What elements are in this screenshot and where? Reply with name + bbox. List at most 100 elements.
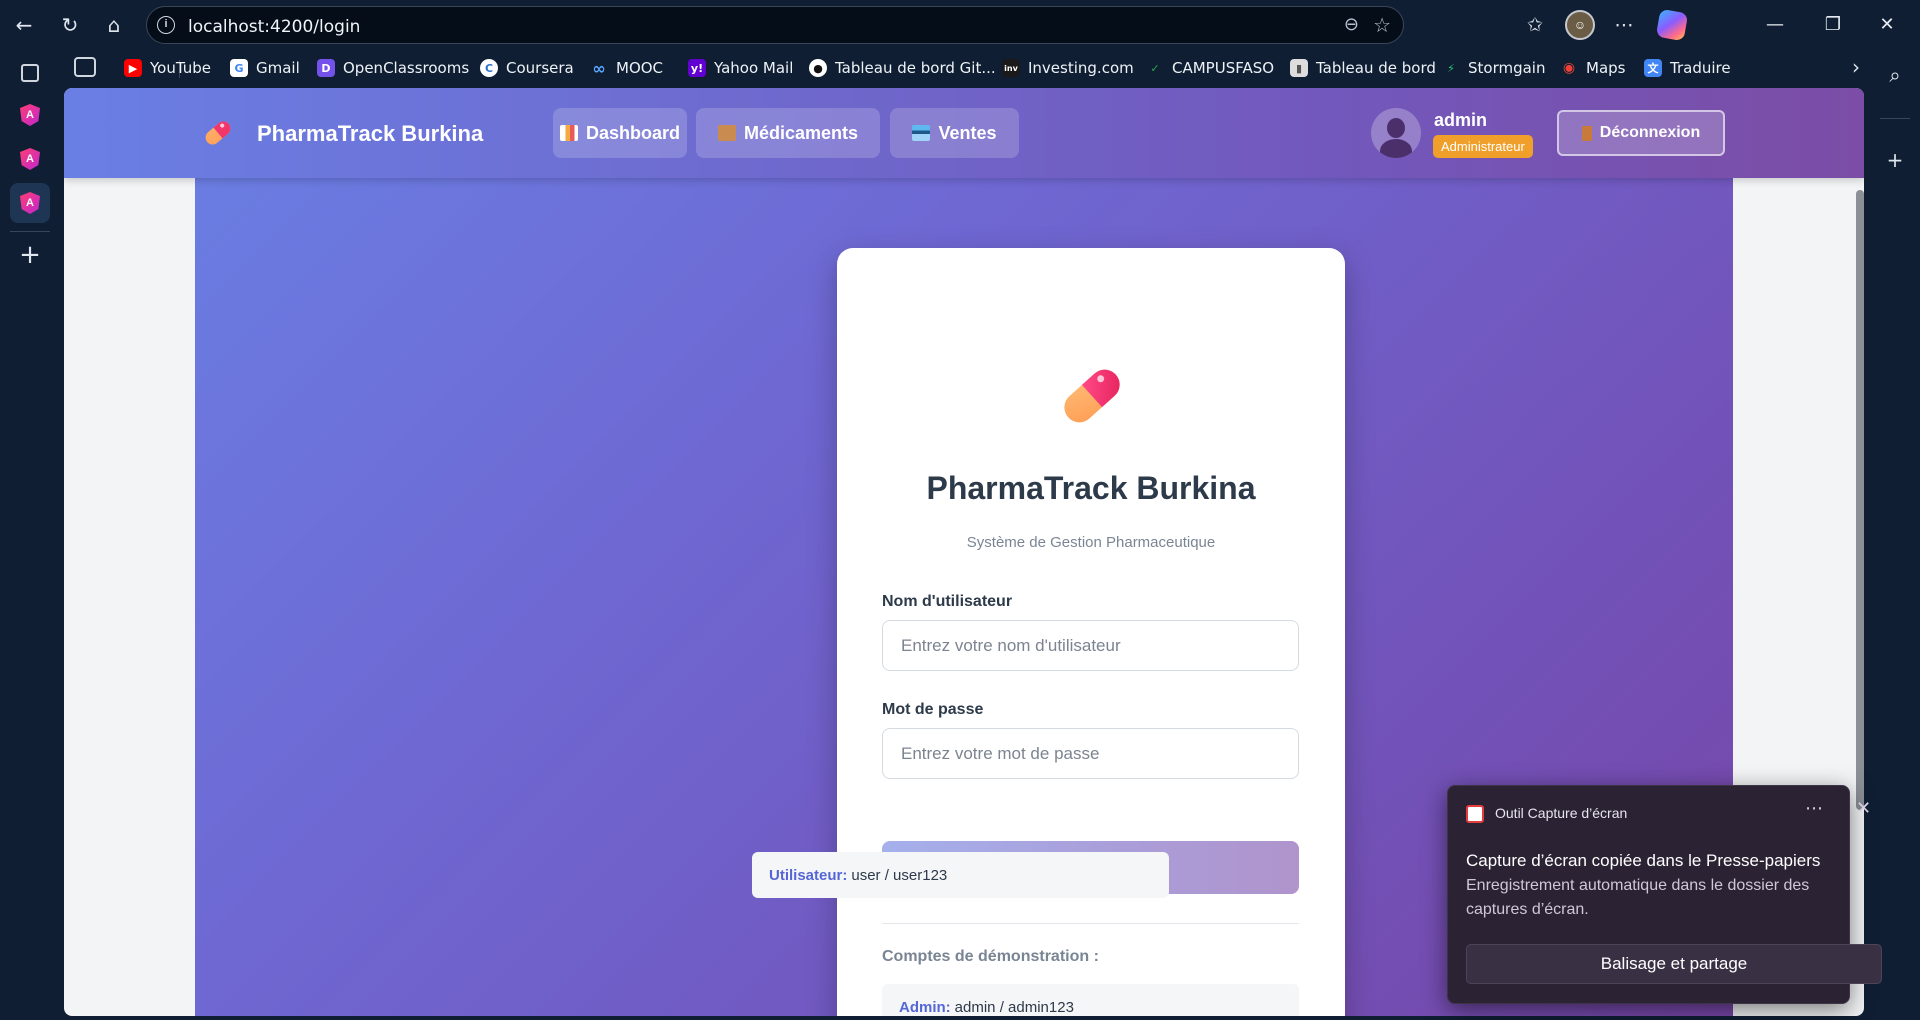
username-input[interactable] — [882, 620, 1299, 671]
demo-account-user: Utilisateur: user / user123 — [752, 852, 1169, 898]
password-label: Mot de passe — [882, 701, 984, 718]
demo-account-role: Utilisateur: — [769, 866, 848, 884]
home-icon[interactable]: ⌂ — [100, 11, 128, 39]
openclassrooms-icon: D — [317, 59, 335, 77]
vertical-tab-strip: A A A + — [0, 50, 60, 1020]
close-icon[interactable]: ✕ — [1856, 798, 1871, 819]
browser-right-sidebar: ⌕ + — [1870, 50, 1920, 1020]
favorites-icon[interactable]: ✩ — [1521, 11, 1549, 39]
nav-dashboard[interactable]: Dashboard — [553, 108, 687, 158]
angular-icon: A — [20, 192, 40, 214]
markup-share-button[interactable]: Balisage et partage — [1466, 944, 1882, 984]
user-name: admin — [1434, 110, 1488, 130]
door-icon — [1581, 125, 1592, 141]
demo-account-role: Admin: — [899, 998, 951, 1016]
bookmark-investing[interactable]: inv Investing.com — [1002, 56, 1134, 80]
tab-actions-icon[interactable] — [74, 57, 96, 77]
address-url[interactable]: localhost:4200/login — [188, 17, 360, 37]
bookmark-openclassrooms[interactable]: D OpenClassrooms — [317, 56, 469, 80]
refresh-icon[interactable]: ↻ — [56, 11, 84, 39]
youtube-icon: ▶ — [124, 59, 142, 77]
yahoo-icon: y! — [688, 59, 706, 77]
demo-accounts-title: Comptes de démonstration : — [882, 948, 1099, 965]
bookmark-yahoo-mail[interactable]: y! Yahoo Mail — [688, 56, 793, 80]
bookmark-stormgain[interactable]: ⚡ Stormgain — [1442, 56, 1545, 80]
tab-actions-button[interactable] — [10, 53, 50, 93]
zoom-icon[interactable]: ⊖ — [1344, 14, 1359, 35]
translate-icon: 文 — [1644, 59, 1662, 77]
login-subtitle: Système de Gestion Pharmaceutique — [966, 534, 1216, 551]
favorite-star-icon[interactable]: ☆ — [1373, 13, 1391, 37]
bookmark-github-dashboard[interactable]: ● Tableau de bord Git... — [809, 56, 996, 80]
nav-ventes[interactable]: Ventes — [890, 108, 1019, 158]
password-input[interactable] — [882, 728, 1299, 779]
coursera-icon: C — [480, 59, 498, 77]
bookmark-mooc[interactable]: ∞ MOOC — [590, 56, 663, 80]
bookmark-gmail[interactable]: G Gmail — [230, 56, 300, 80]
login-card: PharmaTrack Burkina Système de Gestion P… — [837, 248, 1345, 1016]
toast-app-name: Outil Capture d’écran — [1495, 805, 1628, 821]
bookmark-coursera[interactable]: C Coursera — [480, 56, 574, 80]
more-menu-icon[interactable]: ⋯ — [1610, 11, 1638, 39]
divider — [10, 231, 50, 232]
plus-icon: + — [19, 240, 41, 270]
logout-button[interactable]: Déconnexion — [1557, 110, 1725, 156]
bookmark-traduire[interactable]: 文 Traduire — [1644, 56, 1731, 80]
stormgain-icon: ⚡ — [1447, 61, 1455, 75]
bar-chart-icon — [559, 125, 578, 141]
github-icon: ● — [809, 59, 827, 77]
pill-icon — [205, 121, 231, 145]
tab-angular-active[interactable]: A — [10, 183, 50, 223]
campusfaso-icon: ✓ — [1150, 61, 1160, 75]
app-header: PharmaTrack Burkina Dashboard Médicament… — [64, 88, 1864, 178]
package-icon — [717, 125, 736, 141]
username-label: Nom d'utilisateur — [882, 593, 1013, 610]
snipping-tool-icon — [1466, 805, 1484, 823]
bookmark-tableau-de-bord[interactable]: ▮ Tableau de bord — [1290, 56, 1436, 80]
address-bar[interactable]: i localhost:4200/login ⊖ ☆ — [146, 6, 1404, 44]
back-icon[interactable]: ← — [10, 11, 38, 39]
dashboard-icon: ▮ — [1290, 59, 1308, 77]
divider — [1880, 118, 1910, 119]
more-options-icon[interactable]: ⋯ — [1805, 798, 1823, 819]
new-tab-button[interactable]: + — [10, 235, 50, 275]
toast-body: Enregistrement automatique dans le dossi… — [1466, 877, 1810, 918]
browser-toolbar: ← ↻ ⌂ i localhost:4200/login ⊖ ☆ ✩ ☺ ⋯ —… — [0, 0, 1920, 50]
bookmarks-bar: ▶ YouTube G Gmail D OpenClassrooms C Courser… — [64, 52, 1884, 84]
divider — [882, 923, 1299, 924]
copilot-icon[interactable] — [1655, 8, 1689, 42]
demo-account-credentials: user / user123 — [851, 866, 948, 884]
google-icon: G — [230, 59, 248, 77]
login-title: PharmaTrack Burkina — [926, 470, 1256, 506]
tabs-icon — [21, 64, 39, 82]
angular-icon: A — [20, 148, 40, 170]
demo-account-credentials: admin / admin123 — [954, 998, 1074, 1016]
page-scrollbar[interactable] — [1856, 190, 1864, 810]
user-avatar — [1371, 108, 1421, 158]
credit-card-icon — [912, 125, 931, 141]
brand-title[interactable]: PharmaTrack Burkina — [257, 121, 483, 147]
bookmark-youtube[interactable]: ▶ YouTube — [124, 56, 211, 80]
minimize-icon[interactable]: — — [1760, 10, 1790, 40]
toast-title: Capture d’écran copiée dans le Presse-pa… — [1466, 851, 1821, 870]
profile-avatar[interactable]: ☺ — [1565, 10, 1595, 40]
search-icon[interactable]: ⌕ — [1880, 60, 1910, 90]
site-info-icon[interactable]: i — [157, 16, 175, 34]
pill-icon — [1064, 369, 1120, 423]
user-role-badge: Administrateur — [1433, 135, 1533, 158]
screenshot-toast: Outil Capture d’écran ⋯ ✕ Capture d’écra… — [1447, 785, 1882, 1004]
window-close-icon[interactable]: ✕ — [1872, 10, 1902, 40]
investing-icon: inv — [1002, 59, 1020, 77]
restore-icon[interactable]: ❐ — [1818, 10, 1848, 40]
bookmark-maps[interactable]: ◉ Maps — [1560, 56, 1626, 80]
bookmark-campusfaso[interactable]: ✓ CAMPUSFASO — [1146, 56, 1274, 80]
user-silhouette-icon — [1387, 118, 1405, 138]
maps-icon: ◉ — [1562, 60, 1576, 76]
angular-icon: A — [20, 104, 40, 126]
chevron-right-icon[interactable]: › — [1852, 55, 1860, 79]
tab-angular-2[interactable]: A — [10, 139, 50, 179]
nav-medicaments[interactable]: Médicaments — [696, 108, 880, 158]
add-sidebar-icon[interactable]: + — [1880, 145, 1910, 175]
demo-account-admin: Admin: admin / admin123 — [882, 984, 1299, 1016]
tab-angular-1[interactable]: A — [10, 95, 50, 135]
